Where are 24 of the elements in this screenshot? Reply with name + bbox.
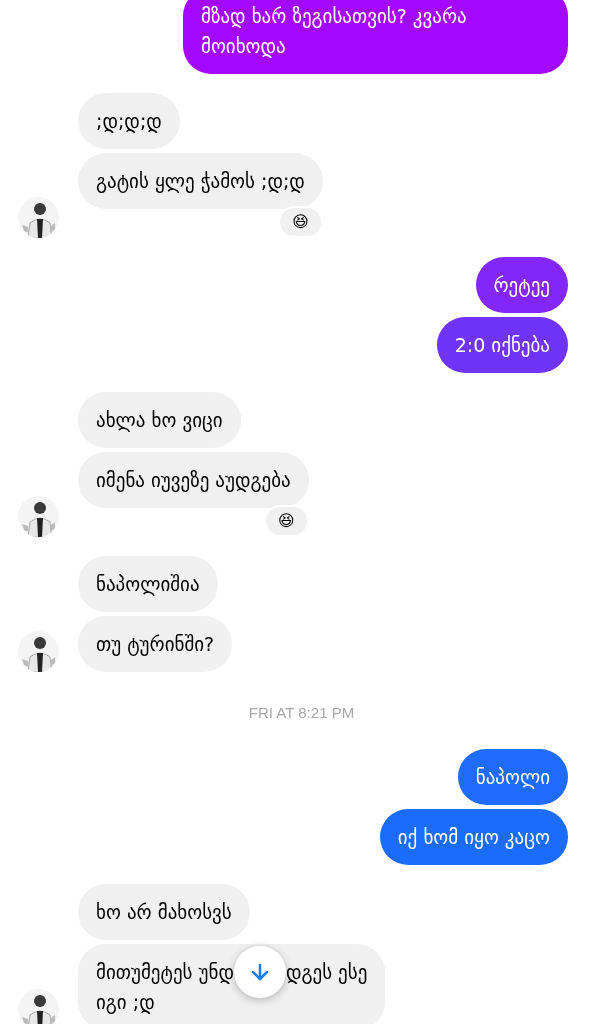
message-bubble[interactable]: გატის ყლე ჭამოს ;დ;დ [78, 153, 323, 209]
message-bubble[interactable]: მითუმეტეს უნდ დგეს ესე იგი ;დ [78, 943, 386, 1024]
avatar[interactable] [18, 988, 59, 1024]
message-bubble[interactable]: რეტეე [475, 257, 568, 313]
reaction-badge[interactable]: 😆 [278, 206, 323, 238]
message-bubble[interactable]: ნაპოლიშია [78, 556, 218, 612]
message-bubble[interactable]: იქ ხომ იყო კაცო [379, 808, 568, 865]
avatar[interactable] [18, 197, 59, 238]
reaction-badge[interactable]: 😆 [264, 505, 309, 537]
avatar[interactable] [18, 496, 59, 537]
message-text: მითუმეტეს უნდ [96, 959, 234, 986]
avatar[interactable] [18, 631, 59, 672]
message-bubble[interactable]: ;დ;დ;დ [78, 93, 180, 149]
message-bubble[interactable]: ნაპოლი [457, 748, 568, 805]
timestamp: FRI AT 8:21 PM [248, 703, 355, 723]
message-bubble[interactable]: 2:0 იქნება [436, 317, 568, 373]
message-bubble[interactable]: ხო არ მახოსვს [78, 883, 250, 940]
message-bubble[interactable]: ახლა ხო ვიცი [78, 392, 241, 448]
message-bubble[interactable]: მზად ხარ ზეგისათვის? კვარა მოიხოდა [183, 0, 568, 74]
message-text: იგი ;დ [96, 989, 156, 1016]
message-bubble[interactable]: თუ ტურინში? [78, 616, 233, 672]
message-text: დგეს ესე [285, 959, 368, 986]
scroll-down-button[interactable] [233, 945, 286, 998]
message-bubble[interactable]: იმენა იუვეზე აუდგება [78, 452, 309, 508]
